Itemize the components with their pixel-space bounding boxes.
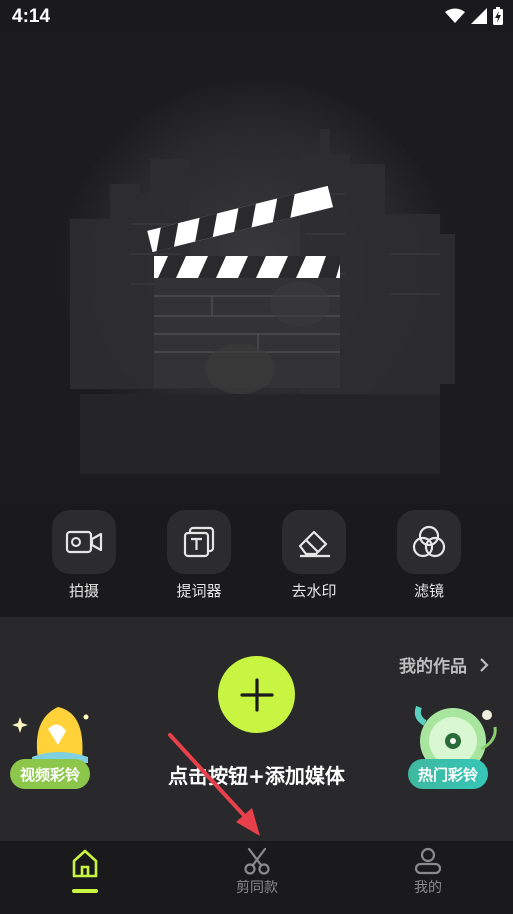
- nav-home[interactable]: [25, 849, 145, 881]
- battery-charging-icon: [493, 7, 503, 25]
- tool-shoot-label: 拍摄: [68, 582, 99, 600]
- tool-teleprompter-label: 提词器: [176, 582, 222, 600]
- hero-illustration: [0, 34, 513, 504]
- bottom-nav: 剪同款 我的: [0, 841, 513, 914]
- filter-icon: [412, 525, 446, 558]
- video-ringtone-badge: 视频彩铃: [10, 759, 91, 789]
- clapperboard-city-illustration: [58, 81, 455, 477]
- status-bar: 4:14: [0, 0, 513, 34]
- status-time: 4:14: [12, 6, 51, 27]
- tool-shoot[interactable]: 拍摄: [44, 510, 124, 601]
- create-panel: 我的作品 点击按钮+添加媒体 视频彩铃 热门彩铃: [0, 617, 513, 841]
- signal-icon: [471, 8, 487, 24]
- nav-profile[interactable]: 我的: [368, 847, 488, 897]
- camera-icon: [65, 530, 103, 554]
- video-ringtone-entry[interactable]: 视频彩铃: [8, 699, 108, 789]
- nav-profile-label: 我的: [414, 880, 442, 896]
- tool-remove-watermark[interactable]: 去水印: [274, 510, 354, 601]
- add-media-button[interactable]: [218, 656, 295, 733]
- scissors-icon: [244, 847, 270, 875]
- eraser-icon: [298, 530, 330, 558]
- tool-row: 拍摄 提词器 去水印 滤镜: [0, 510, 513, 610]
- hot-ringtone-entry[interactable]: 热门彩铃: [405, 697, 505, 789]
- my-works-link[interactable]: 我的作品: [399, 652, 489, 677]
- tool-filter[interactable]: 滤镜: [389, 510, 469, 601]
- plus-icon: [239, 677, 274, 712]
- my-works-label: 我的作品: [399, 657, 467, 677]
- tool-remove-watermark-label: 去水印: [291, 582, 337, 600]
- tool-teleprompter[interactable]: 提词器: [159, 510, 239, 601]
- hot-ringtone-badge: 热门彩铃: [408, 759, 489, 789]
- nav-template-label: 剪同款: [236, 880, 278, 896]
- nav-active-indicator: [72, 889, 98, 893]
- tool-filter-label: 滤镜: [413, 582, 444, 600]
- home-icon: [72, 849, 98, 878]
- wifi-icon: [445, 8, 465, 23]
- chevron-right-icon: [480, 657, 489, 672]
- profile-icon: [414, 847, 442, 875]
- music-disc-icon: [414, 705, 497, 767]
- teleprompter-icon: [183, 526, 215, 558]
- nav-template[interactable]: 剪同款: [197, 847, 317, 897]
